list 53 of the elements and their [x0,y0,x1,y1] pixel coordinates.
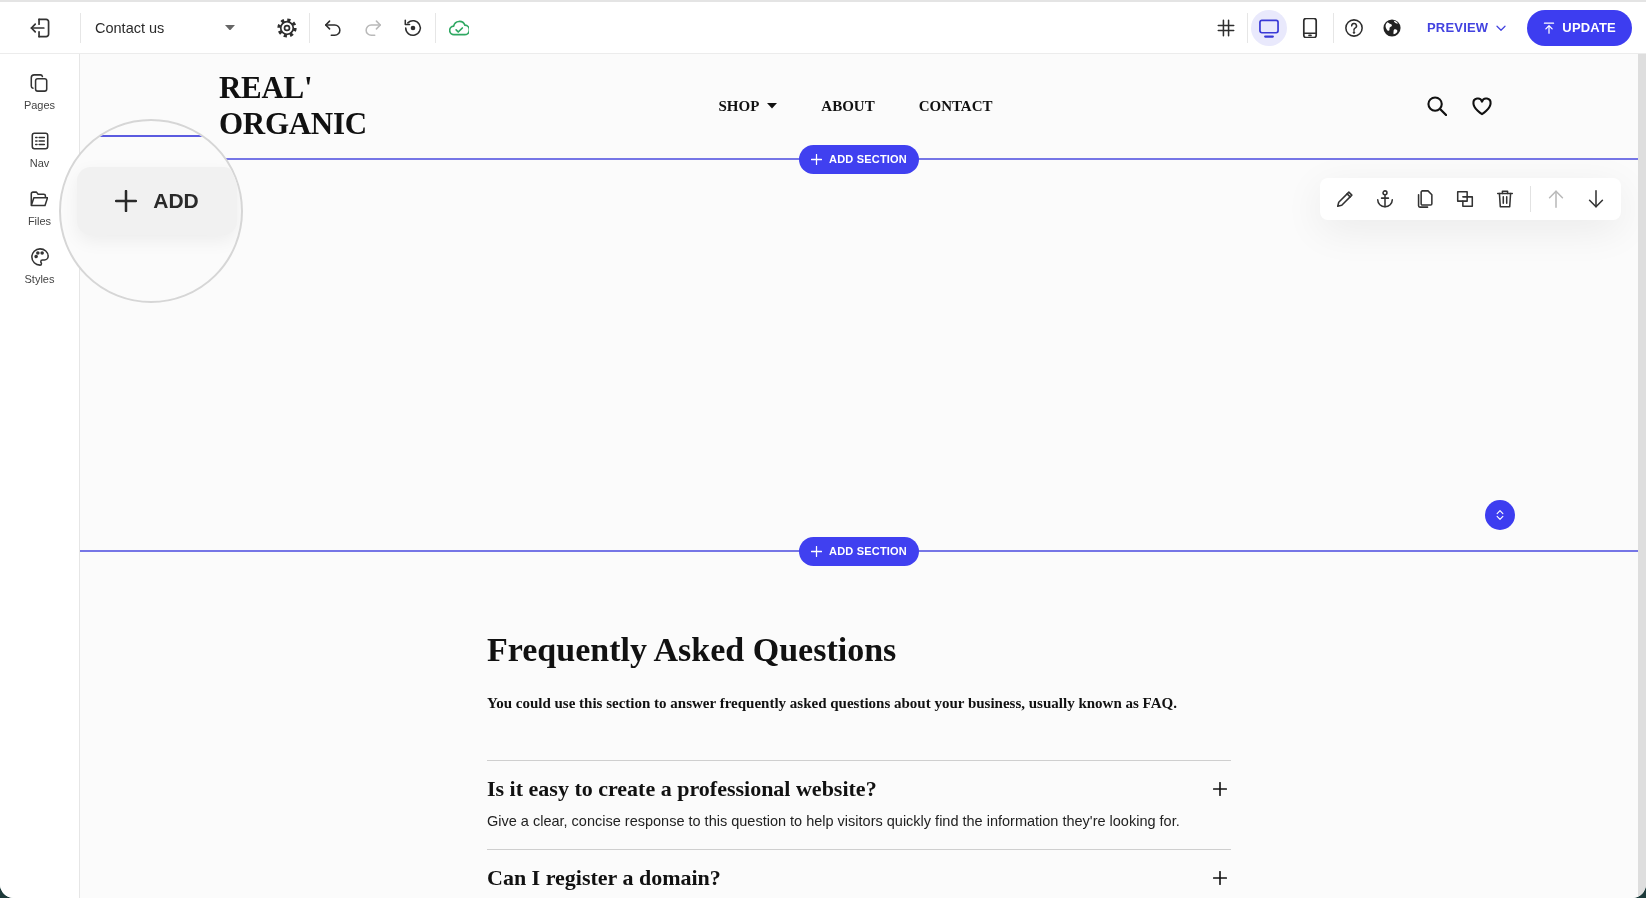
desktop-view-button[interactable] [1250,9,1287,46]
caret-icon [225,24,235,31]
list-icon [30,132,49,150]
folder-icon [30,190,49,208]
faq-answer: Give a clear, concise response to this question to help visitors quickly find the information they're looking for. [487,812,1181,831]
nav-link[interactable]: SHOP [718,97,778,115]
plus-icon[interactable] [1213,871,1227,885]
preview-button[interactable]: PREVIEW [1420,10,1514,45]
pages-icon [30,74,49,92]
plus-icon [811,545,822,557]
arrow-up-icon [1547,190,1565,208]
copy-icon [1416,190,1434,208]
duplicate-icon [1456,190,1474,208]
search-icon[interactable] [1427,96,1447,116]
heart-icon[interactable] [1472,96,1492,116]
globe-icon [1382,18,1401,37]
add-button[interactable]: ADD [77,167,237,235]
undo-icon [324,18,342,37]
sidebar-item[interactable]: Styles [24,248,55,285]
faq-intro: You could use this section to answer frequently asked questions about your business, usually known as FAQ. [487,694,1178,713]
trash-icon [1496,190,1514,208]
redo-icon [364,18,382,37]
arrow-down-icon [1587,190,1605,208]
sidebar-item[interactable]: Pages [23,74,56,111]
plus-icon [811,153,822,165]
upload-icon [1543,21,1556,34]
chevron-up-down-icon [1495,510,1505,520]
add-section-button[interactable]: ADD SECTION [799,144,919,174]
gear-icon [277,17,297,38]
anchor-icon [1376,190,1394,208]
page-dropdown[interactable]: Contact us [91,10,241,45]
site-logo: REAL' ORGANIC [219,70,367,142]
nav-link[interactable]: CONTACT [918,97,993,115]
up-down-button[interactable] [1485,500,1515,530]
monitor-icon [1258,17,1279,38]
sidebar-item[interactable]: Nav [29,132,50,169]
help-icon [1344,18,1363,37]
update-button[interactable]: UPDATE [1527,9,1632,46]
nav-link[interactable]: ABOUT [821,97,875,115]
pencil-icon [1336,190,1354,208]
faq-question: Is it easy to create a professional website? [487,775,877,803]
plus-icon [115,190,138,212]
palette-icon [30,248,49,266]
faq-question: Can I register a domain? [487,864,721,892]
faq-heading: Frequently Asked Questions [487,630,898,670]
grid-icon [1216,18,1235,37]
scrollbar[interactable] [1638,54,1646,898]
history-icon [404,18,422,37]
add-section-button[interactable]: ADD SECTION [799,536,919,566]
caret-icon [767,103,778,109]
exit-icon [30,17,50,38]
sidebar-item[interactable]: Files [27,190,52,227]
plus-icon[interactable] [1213,782,1227,796]
